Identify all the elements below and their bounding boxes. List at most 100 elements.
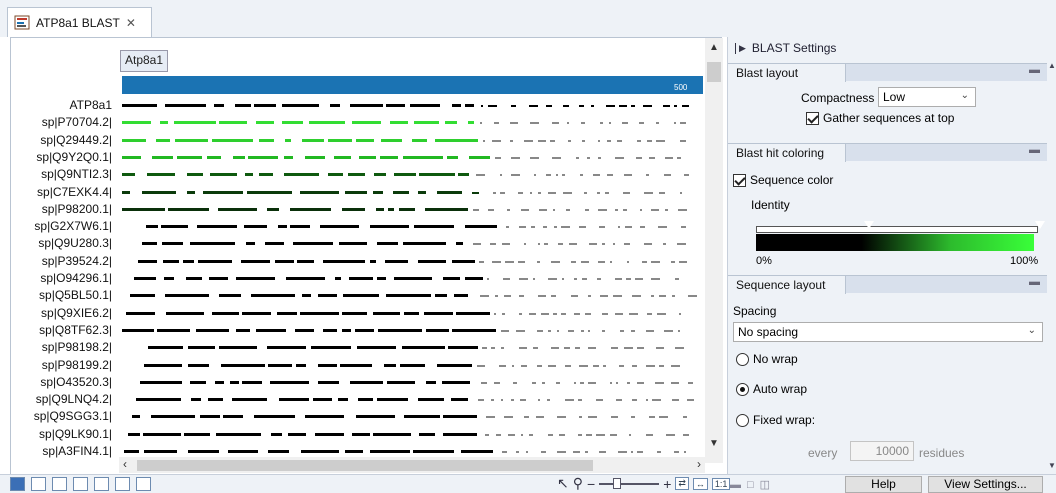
panel-scrollbar[interactable]: ▲ ▼ [1047, 37, 1056, 474]
collapse-section-icon[interactable]: ▬ [1029, 64, 1040, 76]
view-settings-button[interactable]: View Settings... [928, 476, 1043, 493]
scroll-left-icon[interactable]: ‹ [123, 457, 127, 471]
fit-all-icon[interactable]: ↔ [692, 477, 708, 490]
section-label: Blast hit coloring [728, 144, 846, 162]
hit-row[interactable]: sp|Q9LK90.1| [11, 427, 711, 442]
scroll-up-icon[interactable]: ▲ [709, 42, 719, 53]
zoom-100-icon[interactable]: 1:1 [711, 477, 731, 490]
table-view-icon[interactable] [52, 477, 67, 491]
hit-row[interactable]: sp|Q9SGG3.1| [11, 409, 711, 424]
fixed-wrap-radio[interactable]: Fixed wrap: [736, 413, 815, 427]
hit-name: sp|Q9Y2Q0.1| [36, 149, 112, 164]
alignment-segment [187, 173, 203, 177]
panel-layout-icons[interactable]: ▬□◫ [730, 478, 776, 491]
alignment-segment [256, 328, 286, 332]
zoom-out-icon[interactable]: − [587, 476, 595, 492]
hit-row[interactable]: sp|P39524.2| [11, 254, 711, 269]
zoom-in-tool-icon[interactable]: ⚲ [573, 475, 583, 492]
hit-row[interactable]: sp|P98200.1| [11, 202, 711, 217]
hit-row[interactable]: sp|O94296.1| [11, 271, 711, 286]
scroll-down-icon[interactable]: ▼ [1048, 461, 1056, 470]
radio-off-icon[interactable] [736, 352, 749, 366]
alignment-segment [445, 121, 457, 125]
collapse-section-icon[interactable]: ▬ [1029, 276, 1040, 288]
alignment-track [134, 277, 679, 280]
zoom-in-icon[interactable]: + [663, 476, 671, 492]
hit-row[interactable]: sp|Q29449.2| [11, 133, 711, 148]
hit-row[interactable]: sp|Q9Y2Q0.1| [11, 150, 711, 165]
blast-graphic-view-icon[interactable] [10, 477, 25, 491]
scroll-up-icon[interactable]: ▲ [1048, 61, 1056, 70]
gradient-high-handle[interactable] [1035, 221, 1045, 229]
no-wrap-radio[interactable]: No wrap [736, 352, 798, 366]
alignment-segment [443, 432, 477, 436]
hit-row[interactable]: sp|Q9U280.3| [11, 236, 711, 251]
fit-width-icon[interactable]: ⇄ [675, 477, 689, 490]
alignment-segment [557, 329, 559, 332]
zoom-slider-handle[interactable] [613, 477, 622, 489]
alignment-segment [501, 399, 503, 402]
radio-off-icon[interactable] [736, 413, 749, 427]
alignment-segment [402, 346, 445, 350]
blast-table-view-icon[interactable] [31, 477, 46, 491]
alignment-segment [586, 433, 592, 436]
compactness-select[interactable]: Low ⌄ [878, 87, 976, 107]
alignment-segment [388, 207, 394, 211]
gradient-low-handle[interactable] [864, 221, 874, 229]
collapse-section-icon[interactable]: ▬ [1029, 144, 1040, 156]
scroll-right-icon[interactable]: › [697, 457, 701, 471]
hit-row[interactable]: sp|P98199.2| [11, 358, 711, 373]
alignment-segment [554, 226, 557, 229]
hit-row[interactable]: sp|Q9NTI2.3| [11, 167, 711, 182]
checkbox-checked-icon[interactable] [733, 173, 746, 187]
hit-row[interactable]: sp|Q9XIE6.2| [11, 306, 711, 321]
hit-row[interactable]: sp|G2X7W6.1| [11, 219, 711, 234]
help-button[interactable]: Help [845, 476, 922, 493]
annotation-view-icon[interactable] [94, 477, 109, 491]
collapse-panel-icon[interactable]: ▶ [735, 42, 746, 54]
hit-row[interactable]: ATP8a1 [11, 98, 711, 113]
hit-row[interactable]: sp|Q5BL50.1| [11, 288, 711, 303]
section-blast-hit-coloring[interactable]: Blast hit coloring ▬ [728, 143, 1048, 162]
close-tab-icon[interactable]: ✕ [126, 16, 136, 30]
tab-atp8a1-blast[interactable]: ATP8a1 BLAST ✕ [7, 7, 152, 37]
hit-row[interactable]: sp|P98198.2| [11, 340, 711, 355]
hit-row[interactable]: sp|Q9LNQ4.2| [11, 392, 711, 407]
spacing-select[interactable]: No spacing ⌄ [733, 322, 1043, 342]
history-view-icon[interactable] [115, 477, 130, 491]
horizontal-scroll-thumb[interactable] [137, 460, 593, 471]
hit-row[interactable]: sp|C7EXK4.4| [11, 185, 711, 200]
workflow-view-icon[interactable] [136, 477, 151, 491]
alignment-segment [473, 208, 479, 211]
fixed-wrap-residues-input[interactable]: 10000 [850, 441, 914, 461]
section-sequence-layout[interactable]: Sequence layout ▬ [728, 275, 1048, 294]
gather-sequences-checkbox[interactable]: Gather sequences at top [806, 111, 954, 125]
alignment-segment [414, 225, 454, 229]
vertical-scroll-thumb[interactable] [707, 62, 721, 82]
hit-row[interactable]: sp|O43520.3| [11, 375, 711, 390]
auto-wrap-radio[interactable]: Auto wrap [736, 382, 807, 396]
blast-alignment-view[interactable]: Atp8a1 500 ATP8a1 sp|P70704.2| sp|Q29449.2… [10, 37, 723, 474]
vertical-scrollbar[interactable]: ▲ ▼ [705, 38, 723, 463]
alignment-segment [551, 260, 560, 263]
text-view-icon[interactable] [73, 477, 88, 491]
alignment-segment [242, 380, 262, 384]
spacing-label: Spacing [733, 304, 777, 318]
sequence-color-checkbox[interactable]: Sequence color [733, 173, 833, 187]
hit-row[interactable]: sp|Q8TF62.3| [11, 323, 711, 338]
alignment-segment [335, 277, 341, 280]
hit-row[interactable]: sp|P70704.2| [11, 115, 711, 130]
panel-title[interactable]: ▶ BLAST Settings [735, 41, 836, 55]
alignment-segment [130, 294, 155, 298]
alignment-segment [553, 312, 557, 315]
radio-on-icon[interactable] [736, 382, 749, 396]
gradient-slider-track[interactable] [756, 226, 1038, 233]
zoom-slider[interactable] [599, 477, 660, 489]
scroll-down-icon[interactable]: ▼ [709, 438, 719, 449]
checkbox-checked-icon[interactable] [806, 111, 819, 125]
alignment-segment [502, 451, 507, 453]
selection-cursor-icon[interactable]: ↖ [557, 475, 569, 492]
section-blast-layout[interactable]: Blast layout ▬ [728, 63, 1048, 82]
horizontal-scrollbar[interactable]: ‹ › [119, 457, 705, 473]
alignment-segment [611, 416, 618, 419]
